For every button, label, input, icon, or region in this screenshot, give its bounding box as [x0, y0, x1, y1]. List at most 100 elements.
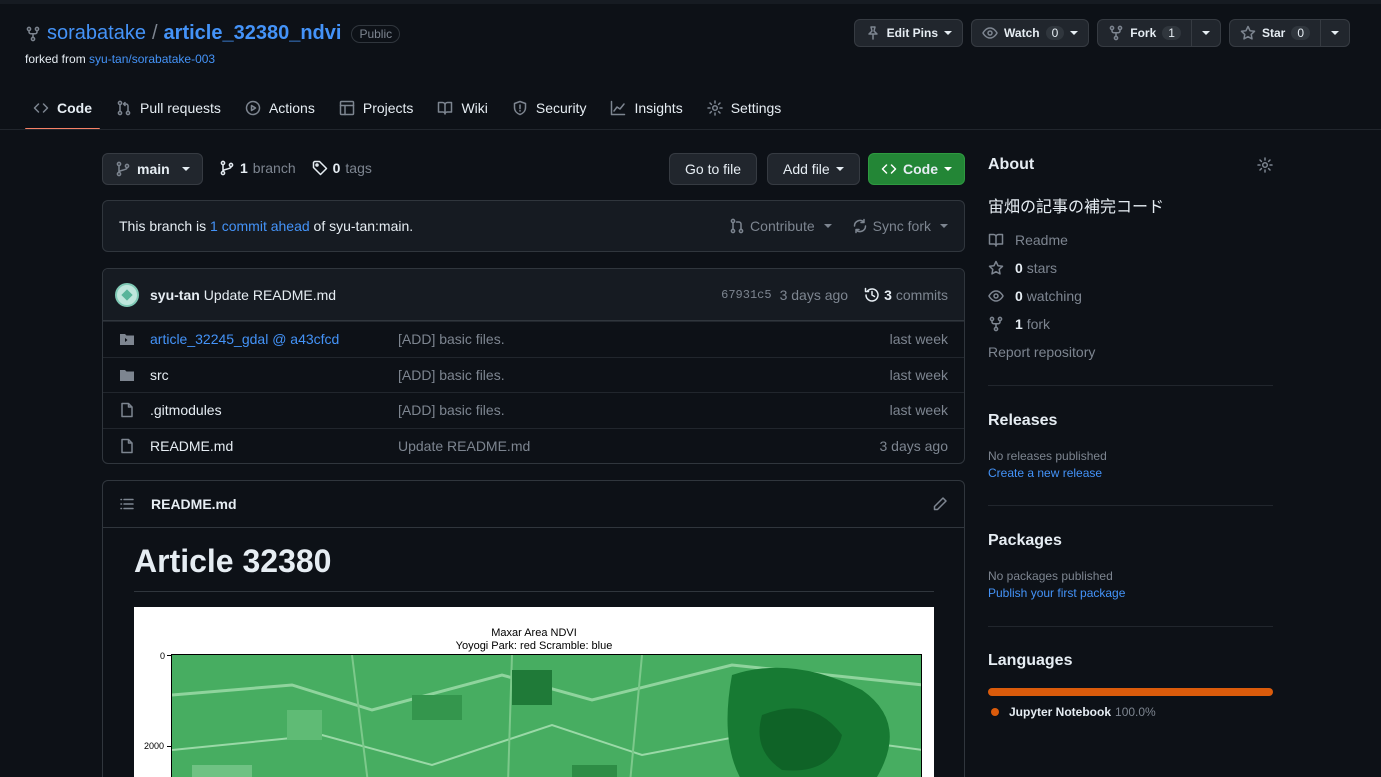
forks-link[interactable]: 1 fork	[988, 316, 1050, 332]
forked-from: forked from syu-tan/sorabatake-003	[25, 52, 215, 66]
tab-pull-requests[interactable]: Pull requests	[108, 85, 229, 130]
watch-button[interactable]: Watch 0	[971, 19, 1090, 47]
file-row[interactable]: src [ADD] basic files. last week	[103, 356, 964, 393]
repo-forked-icon	[25, 26, 41, 42]
commit-sha[interactable]: 67931c5	[721, 288, 771, 302]
tab-security[interactable]: Security	[504, 85, 595, 130]
add-file-button[interactable]: Add file	[767, 153, 860, 185]
create-release-link[interactable]: Create a new release	[988, 466, 1102, 480]
language-item[interactable]: Jupyter Notebook 100.0%	[991, 705, 1156, 719]
report-repository-link[interactable]: Report repository	[988, 344, 1095, 360]
watching-link[interactable]: 0 watching	[988, 288, 1082, 304]
sync-fork-button[interactable]: Sync fork	[852, 218, 948, 234]
branch-ahead-notice: This branch is 1 commit ahead of syu-tan…	[102, 200, 965, 252]
readme-heading: Article 32380	[134, 543, 332, 579]
chevron-down-icon	[835, 167, 844, 171]
tab-label: Actions	[268, 99, 315, 116]
chevron-down-icon	[1331, 31, 1339, 35]
branches-link[interactable]: 1 branch	[219, 160, 296, 176]
stars-link[interactable]: 0 stars	[988, 260, 1057, 276]
ndvi-map-image	[171, 654, 922, 777]
tag-label: tags	[345, 160, 372, 176]
contribute-button[interactable]: Contribute	[729, 218, 832, 234]
fork-dropdown-button[interactable]	[1191, 19, 1221, 47]
file-age: 3 days ago	[879, 437, 949, 454]
pull-request-icon	[729, 218, 745, 234]
fork-count: 1	[1015, 316, 1023, 332]
file-age: last week	[889, 331, 948, 348]
branch-name: main	[137, 161, 170, 177]
commit-message[interactable]: Update README.md	[204, 287, 336, 303]
tab-label: Projects	[362, 99, 414, 116]
readme-link[interactable]: Readme	[988, 232, 1068, 248]
commits-link[interactable]: 3 commits	[864, 287, 948, 303]
pin-icon	[865, 25, 881, 41]
chevron-down-icon	[944, 167, 952, 171]
about-header: About	[988, 156, 1273, 174]
tab-insights[interactable]: Insights	[602, 85, 690, 130]
avatar[interactable]	[115, 282, 139, 307]
tab-actions[interactable]: Actions	[237, 85, 323, 130]
book-icon	[988, 232, 1004, 248]
file-name[interactable]: .gitmodules	[150, 402, 398, 418]
add-file-label: Add file	[783, 161, 830, 177]
repo-title: sorabatake / article_32380_ndvi Public	[25, 22, 401, 45]
chevron-down-icon	[181, 167, 190, 171]
repo-nav: Code Pull requests Actions Projects Wiki…	[25, 85, 797, 130]
star-button[interactable]: Star 0	[1228, 19, 1321, 47]
watch-label: Watch	[1004, 26, 1040, 40]
releases-title[interactable]: Releases	[988, 412, 1057, 430]
file-commit-message[interactable]: [ADD] basic files.	[398, 367, 505, 383]
commit-author[interactable]: syu-tan	[150, 287, 200, 303]
gear-icon[interactable]	[1257, 157, 1273, 173]
go-to-file-button[interactable]: Go to file	[669, 153, 758, 185]
tab-label: Insights	[634, 99, 683, 116]
list-unordered-icon[interactable]	[119, 496, 135, 512]
pencil-icon[interactable]	[932, 496, 948, 512]
nav-divider	[0, 129, 1381, 130]
repo-owner-link[interactable]: sorabatake	[47, 22, 146, 45]
tab-projects[interactable]: Projects	[331, 85, 422, 130]
watch-count: 0	[1045, 26, 1065, 40]
branch-selector[interactable]: main	[102, 153, 203, 185]
file-name[interactable]: article_32245_gdal @ a43cfcd	[150, 331, 398, 347]
edit-pins-button[interactable]: Edit Pins	[853, 19, 964, 47]
repo-description: 宙畑の記事の補完コード	[988, 199, 1165, 216]
ndvi-figure: Maxar Area NDVI Yoyogi Park: red Scrambl…	[134, 607, 934, 777]
file-name[interactable]: README.md	[150, 438, 398, 454]
tab-settings[interactable]: Settings	[699, 85, 790, 130]
readme-header: README.md	[103, 481, 964, 528]
publish-package-link[interactable]: Publish your first package	[988, 586, 1125, 600]
repo-separator: /	[151, 22, 158, 44]
fork-button-group: Fork 1	[1097, 19, 1221, 47]
file-commit-message[interactable]: Update README.md	[398, 438, 530, 454]
readme-filename[interactable]: README.md	[151, 496, 237, 512]
figure-title: Maxar Area NDVI	[491, 627, 577, 639]
code-icon	[33, 100, 49, 116]
file-commit-message[interactable]: [ADD] basic files.	[398, 331, 505, 347]
watching-label: watching	[1026, 288, 1082, 304]
releases-empty: No releases published	[988, 449, 1107, 463]
packages-title[interactable]: Packages	[988, 532, 1062, 550]
ahead-commit-link[interactable]: 1 commit ahead	[210, 218, 310, 234]
shield-icon	[512, 100, 528, 116]
ahead-prefix: This branch is	[119, 218, 207, 234]
file-commit-message[interactable]: [ADD] basic files.	[398, 402, 505, 418]
file-row[interactable]: article_32245_gdal @ a43cfcd [ADD] basic…	[103, 321, 964, 357]
tags-link[interactable]: 0 tags	[312, 160, 372, 176]
tab-wiki[interactable]: Wiki	[429, 85, 495, 130]
git-branch-icon	[115, 161, 131, 177]
file-name[interactable]: src	[150, 367, 398, 383]
tab-code[interactable]: Code	[25, 85, 100, 130]
star-dropdown-button[interactable]	[1321, 19, 1350, 47]
forked-from-link[interactable]: syu-tan/sorabatake-003	[89, 52, 215, 66]
fork-count: 1	[1162, 26, 1181, 40]
code-button[interactable]: Code	[868, 153, 965, 185]
language-bar	[988, 688, 1273, 696]
fork-button[interactable]: Fork 1	[1097, 19, 1192, 47]
file-row[interactable]: README.md Update README.md 3 days ago	[103, 427, 964, 464]
chevron-down-icon	[940, 224, 948, 228]
file-row[interactable]: .gitmodules [ADD] basic files. last week	[103, 392, 964, 428]
pull-request-icon	[116, 100, 132, 116]
repo-name-link[interactable]: article_32380_ndvi	[164, 22, 342, 45]
